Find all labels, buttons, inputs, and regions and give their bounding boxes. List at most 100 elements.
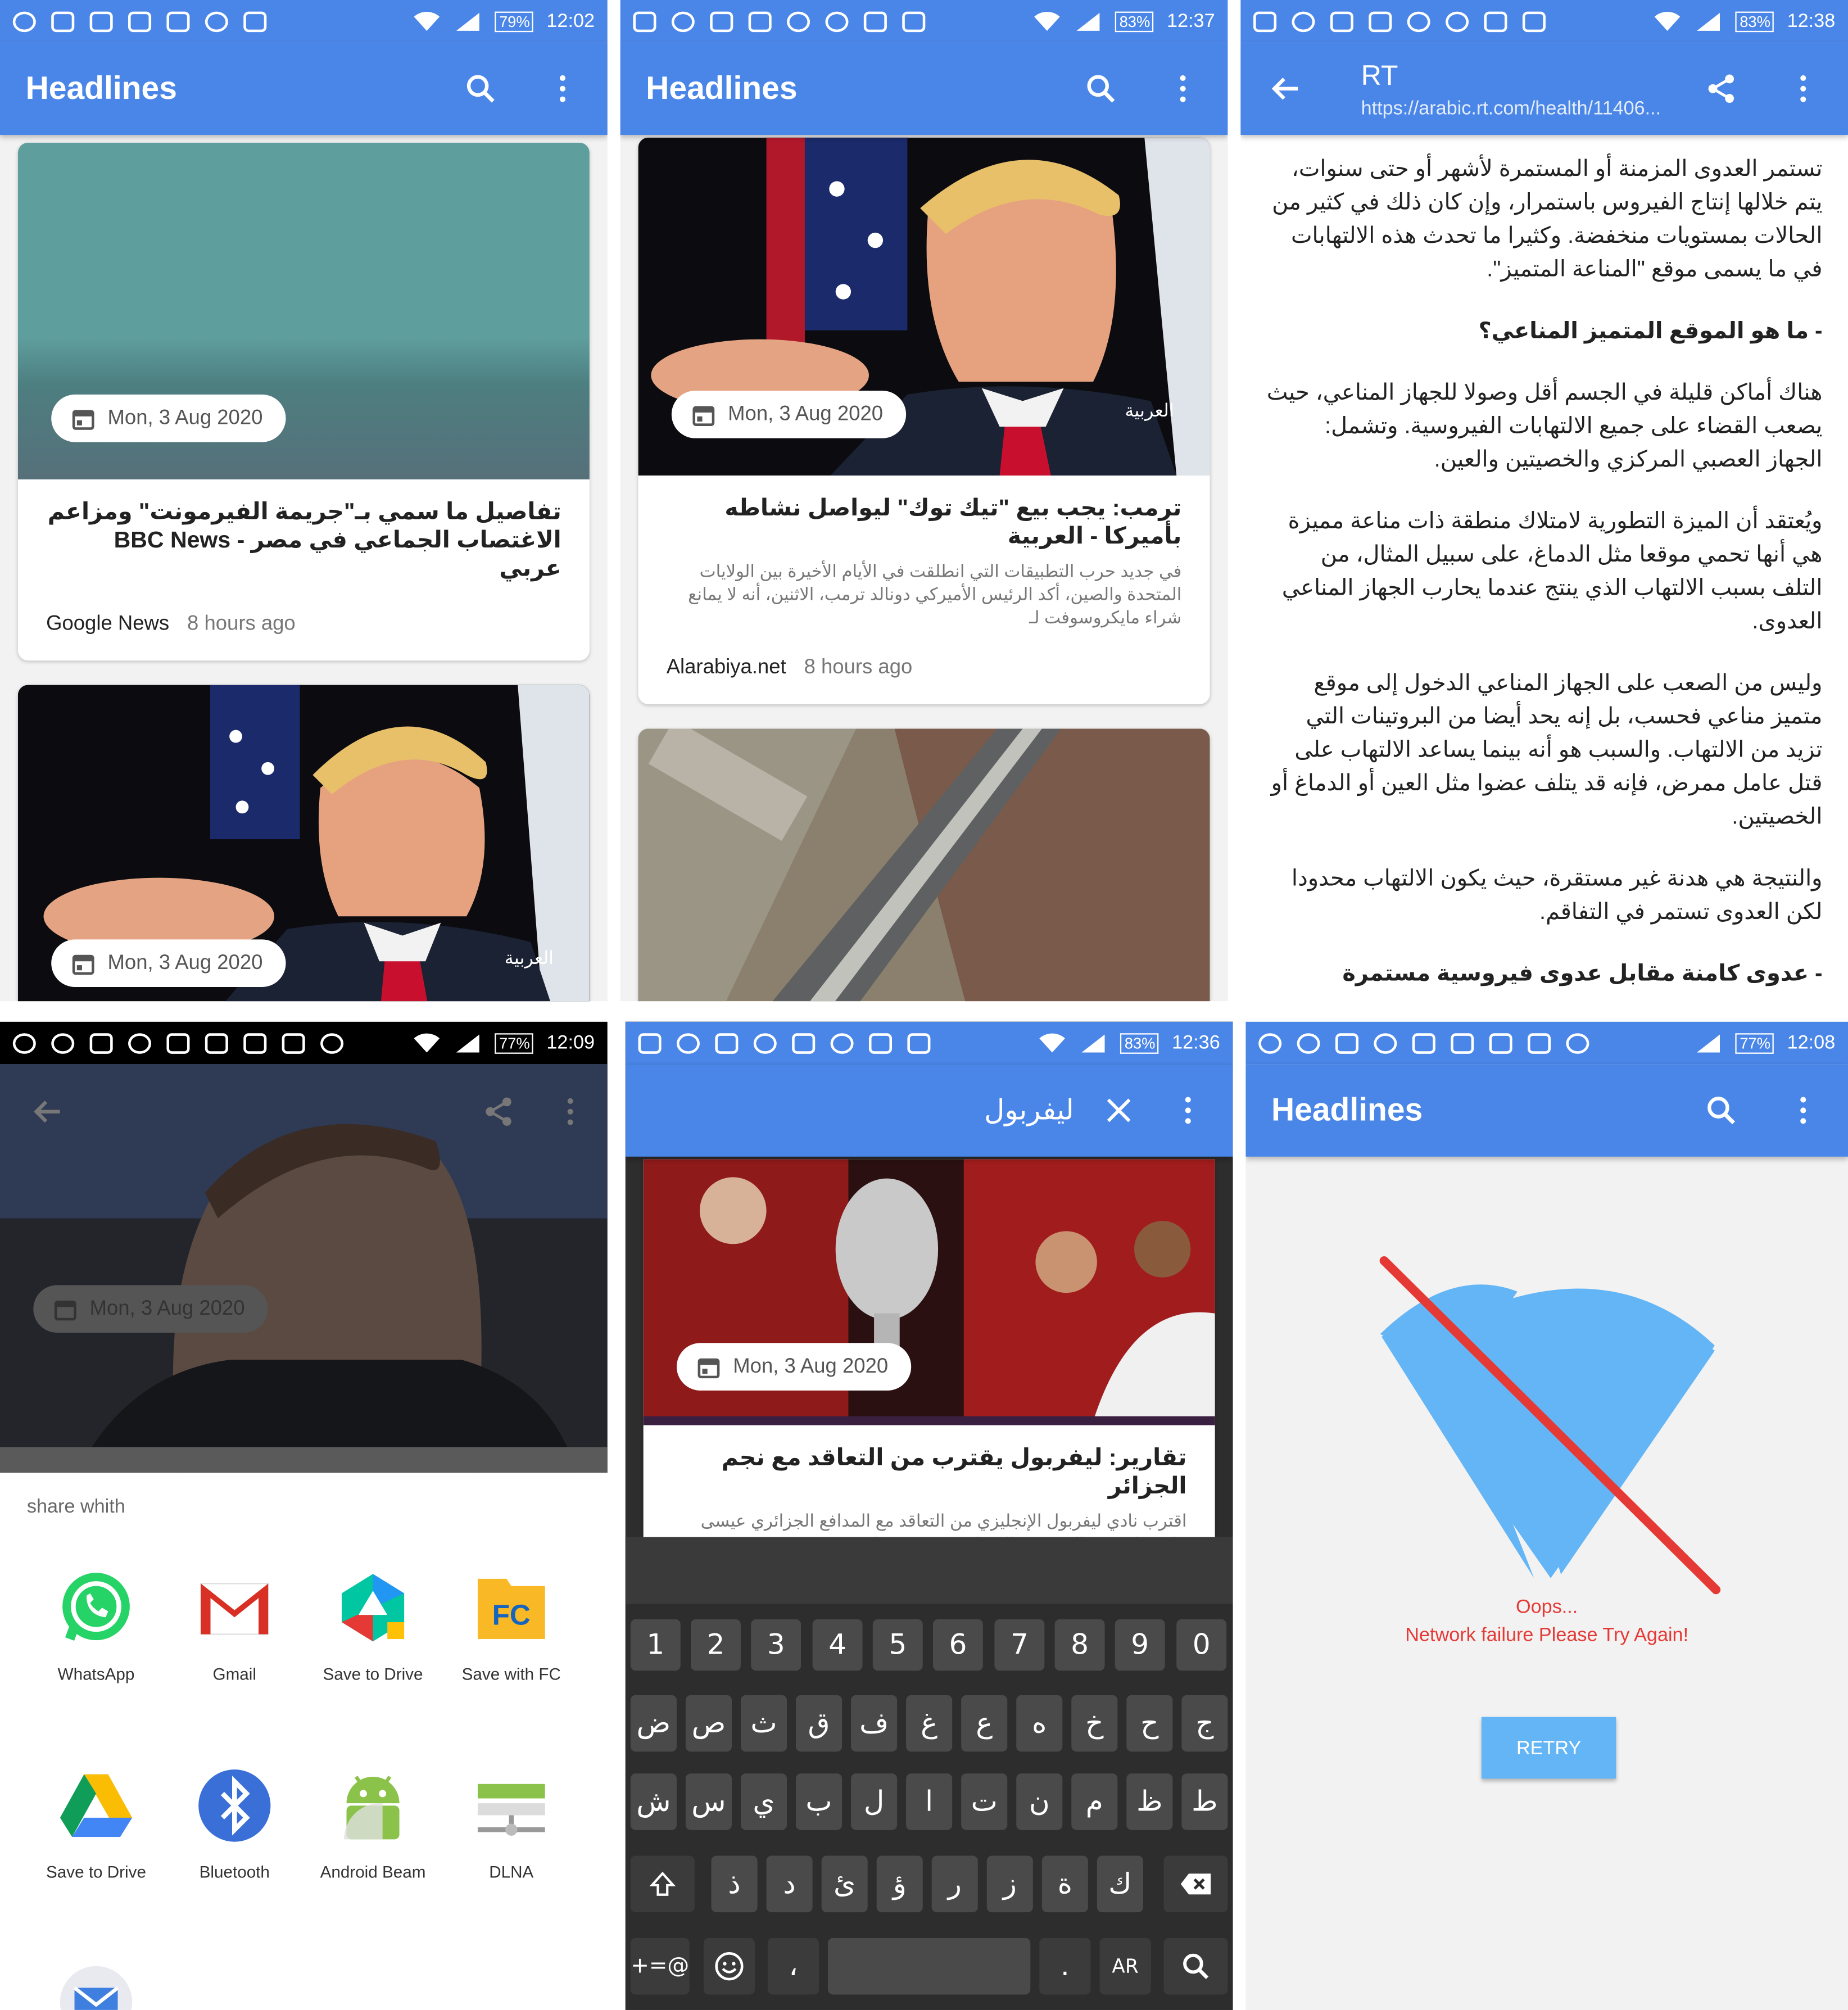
key[interactable]: ل (851, 1773, 898, 1830)
news-card[interactable]: Mon, 3 Aug 2020 تفاصيل ما سمي بـ"جريمة ا… (17, 142, 590, 661)
key[interactable]: ض (630, 1695, 677, 1752)
date-chip: Mon, 3 Aug 2020 (51, 939, 286, 987)
share-target-dlna[interactable]: DLNA (447, 1764, 576, 1881)
search-button[interactable] (1081, 69, 1120, 108)
key[interactable]: غ (906, 1695, 953, 1752)
key[interactable]: ة (1041, 1855, 1088, 1913)
share-target-save-with-fc[interactable]: FC Save with FC (447, 1567, 576, 1683)
key[interactable]: خ (1071, 1695, 1118, 1752)
search-button[interactable] (1702, 1091, 1740, 1130)
key[interactable]: ف (851, 1695, 898, 1752)
search-icon (1183, 1953, 1209, 1980)
svg-text:FC: FC (492, 1598, 531, 1631)
emoji-key[interactable] (703, 1937, 755, 1995)
share-target-save-to-drive[interactable]: Save to Drive (32, 1764, 160, 1881)
battery-level: 83% (1115, 11, 1154, 32)
share-label: Android Beam (320, 1862, 426, 1882)
back-button[interactable] (1266, 69, 1305, 108)
key[interactable]: د (766, 1855, 813, 1913)
card-time: 8 hours ago (804, 657, 913, 679)
mail-icon (715, 1033, 739, 1053)
space-key[interactable] (828, 1937, 1031, 1995)
key[interactable]: 2 (691, 1619, 741, 1671)
overflow-menu-button[interactable] (551, 1092, 589, 1131)
cloud-icon (205, 11, 228, 32)
share-target-save-to-drive[interactable]: Save to Drive (309, 1567, 437, 1683)
share-target-whatsapp[interactable]: WhatsApp (32, 1567, 160, 1683)
period-key[interactable]: . (1039, 1937, 1091, 1995)
dlna-icon (470, 1764, 552, 1846)
key[interactable]: م (1071, 1773, 1118, 1830)
clear-search-button[interactable] (1099, 1091, 1138, 1130)
overflow-menu-button[interactable] (1784, 69, 1822, 108)
share-target-android-beam[interactable]: Android Beam (309, 1764, 437, 1881)
wifi-icon (414, 1033, 441, 1052)
key[interactable]: 6 (932, 1619, 983, 1671)
key[interactable]: 3 (751, 1619, 801, 1671)
key[interactable]: 5 (872, 1619, 923, 1671)
key[interactable]: ج (1181, 1695, 1228, 1752)
share-label: Save to Drive (323, 1664, 423, 1684)
gmail-icon (193, 1567, 275, 1649)
key[interactable]: 4 (812, 1619, 863, 1671)
search-input[interactable]: ليفربول (984, 1094, 1074, 1127)
key[interactable]: ص (685, 1695, 732, 1752)
key[interactable]: ق (796, 1695, 843, 1752)
key[interactable]: ط (1181, 1773, 1228, 1830)
key[interactable]: ر (931, 1855, 978, 1913)
key[interactable]: ؤ (876, 1855, 923, 1913)
share-button[interactable] (479, 1092, 518, 1131)
key[interactable]: س (685, 1773, 732, 1830)
key[interactable]: ت (961, 1773, 1008, 1830)
key[interactable]: 9 (1115, 1619, 1165, 1671)
key[interactable]: ي (740, 1773, 787, 1830)
key[interactable]: ه (1016, 1695, 1063, 1752)
search-screen: 83% 12:36 ليفربول Mon, 3 Aug 2020 تقارير… (625, 1021, 1233, 2010)
backspace-key[interactable] (1163, 1855, 1228, 1913)
overflow-menu-button[interactable] (1169, 1091, 1207, 1130)
key[interactable]: ك (1097, 1855, 1143, 1913)
pinterest-icon (12, 11, 36, 32)
share-target-bluetooth[interactable]: Bluetooth (170, 1764, 298, 1881)
page-title: Headlines (646, 70, 798, 106)
share-button[interactable] (1702, 69, 1740, 108)
key[interactable]: ش (630, 1773, 677, 1830)
overflow-menu-button[interactable] (543, 69, 582, 108)
key[interactable]: ئ (821, 1855, 868, 1913)
comma-key[interactable]: ، (767, 1937, 819, 1995)
key[interactable]: 7 (994, 1619, 1045, 1671)
news-card[interactable]: العربية Mon, 3 Aug 2020 ترمب: يجب بيع "ت… (638, 137, 1210, 704)
key[interactable]: ذ (711, 1855, 758, 1913)
back-button[interactable] (28, 1092, 66, 1131)
article-body: تستمر العدوى المزمنة أو المستمرة لأشهر أ… (1266, 152, 1823, 1001)
key[interactable]: 8 (1054, 1619, 1105, 1671)
key[interactable]: ع (961, 1695, 1008, 1752)
retry-button[interactable]: RETRY (1481, 1717, 1616, 1779)
search-button[interactable] (461, 69, 500, 108)
key[interactable]: ظ (1126, 1773, 1173, 1830)
overflow-menu-button[interactable] (1784, 1091, 1822, 1130)
search-key[interactable] (1163, 1937, 1228, 1995)
language-key[interactable]: AR (1099, 1937, 1151, 1995)
whatsapp-icon (55, 1567, 137, 1649)
wifi-icon (1035, 11, 1061, 30)
key[interactable]: ح (1126, 1695, 1173, 1752)
news-card[interactable] (638, 728, 1210, 1002)
card-time: 8 hours ago (187, 613, 296, 635)
key[interactable]: ب (796, 1773, 843, 1830)
date-chip: Mon, 3 Aug 2020 (671, 391, 907, 438)
share-target-email[interactable] (32, 1961, 160, 2010)
arrow-back-icon (1271, 78, 1298, 100)
key[interactable]: ا (906, 1773, 953, 1830)
news-card[interactable]: Mon, 3 Aug 2020 تقارير: ليفربول يقترب من… (643, 1159, 1215, 1537)
key[interactable]: ن (1016, 1773, 1063, 1830)
shift-key[interactable] (630, 1855, 695, 1913)
overflow-menu-button[interactable] (1163, 69, 1202, 108)
key[interactable]: 1 (630, 1619, 681, 1671)
symbols-key[interactable]: +=@ (630, 1937, 690, 1995)
key[interactable]: 0 (1176, 1619, 1227, 1671)
key[interactable]: ث (740, 1695, 787, 1752)
key[interactable]: ز (986, 1855, 1033, 1913)
share-target-gmail[interactable]: Gmail (170, 1567, 298, 1683)
news-card[interactable]: العربية Mon, 3 Aug 2020 (17, 685, 590, 1002)
